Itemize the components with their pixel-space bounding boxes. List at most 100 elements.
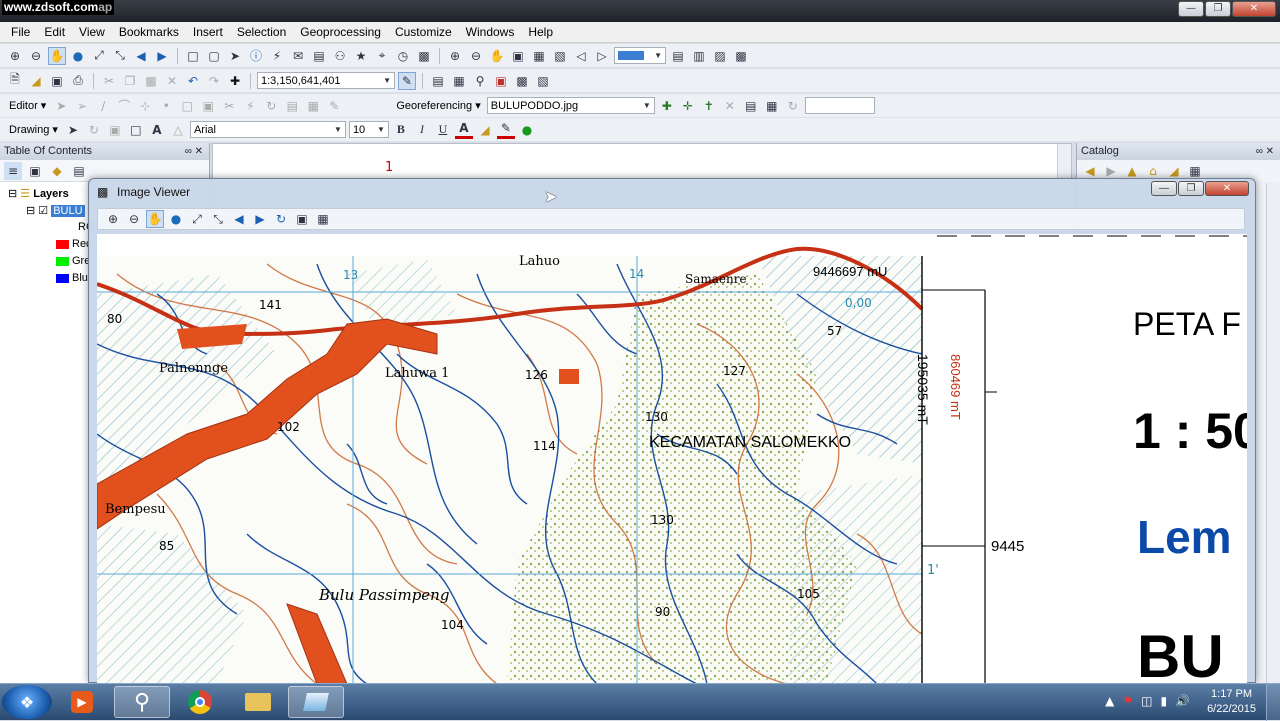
viewer-back-icon[interactable]: ◀: [230, 210, 248, 228]
add-data-icon[interactable]: ✚: [226, 72, 244, 90]
zoom-in-icon[interactable]: ⊕: [6, 47, 24, 65]
pin-close-icon[interactable]: ∞ ✕: [185, 143, 203, 160]
catalog-scrollbar[interactable]: [1266, 183, 1280, 683]
viewer-close-button[interactable]: ✕: [1205, 181, 1249, 196]
list-by-visibility-icon[interactable]: ◆: [48, 162, 66, 180]
scanned-map-image[interactable]: Lahuo Samaenre Palnonnge Lahuwa 1 Bempes…: [97, 234, 1247, 684]
chrome-icon[interactable]: [172, 686, 228, 718]
clear-selection-icon[interactable]: ▢: [205, 47, 223, 65]
print-icon[interactable]: ⎙: [69, 72, 87, 90]
viewer-update-georef-icon[interactable]: ▦: [314, 210, 332, 228]
rotation-angle-input[interactable]: [804, 97, 875, 114]
list-by-drawing-order-icon[interactable]: ≡: [4, 162, 22, 180]
font-size-combo[interactable]: 10 ▼: [348, 121, 389, 138]
edit-vertices-draw-icon[interactable]: △: [169, 121, 187, 139]
identify-icon[interactable]: ⓘ: [247, 47, 265, 65]
action-center-icon[interactable]: ⚑: [1122, 694, 1133, 708]
layout-zoom-out-icon[interactable]: ⊖: [467, 47, 485, 65]
georef-layer-combo[interactable]: BULUPODDO.jpg ▼: [486, 97, 655, 114]
bold-button[interactable]: B: [392, 121, 410, 139]
attributes-icon[interactable]: ▤: [283, 97, 301, 115]
viewer-refresh-icon[interactable]: ↻: [272, 210, 290, 228]
find-route-icon[interactable]: ★: [352, 47, 370, 65]
maximize-button[interactable]: ❐: [1205, 1, 1231, 17]
menu-file[interactable]: File: [4, 25, 37, 39]
layers-node[interactable]: ⊟ ☰ Layers: [8, 187, 69, 200]
reshape-icon[interactable]: ▣: [199, 97, 217, 115]
undo-icon[interactable]: ↶: [184, 72, 202, 90]
delete-icon[interactable]: ✕: [163, 72, 181, 90]
text-tool-icon[interactable]: A: [148, 121, 166, 139]
time-slider-icon[interactable]: ◷: [394, 47, 412, 65]
media-player-icon[interactable]: ▶: [54, 686, 110, 718]
fixed-zoom-out-icon[interactable]: ⤡: [111, 47, 129, 65]
change-layout-icon[interactable]: ▨: [711, 47, 729, 65]
visibility-checkbox[interactable]: ☑: [38, 205, 48, 217]
full-extent-globe-icon[interactable]: ●: [69, 47, 87, 65]
rotate-element-icon[interactable]: ↻: [85, 121, 103, 139]
show-hidden-icons-icon[interactable]: ▲: [1105, 694, 1114, 708]
fixed-zoom-in-icon[interactable]: ⤢: [90, 47, 108, 65]
list-by-selection-icon[interactable]: ▤: [70, 162, 88, 180]
viewer-zoom-out-icon[interactable]: ⊖: [125, 210, 143, 228]
point-icon[interactable]: •: [157, 97, 175, 115]
menu-customize[interactable]: Customize: [388, 25, 459, 39]
save-icon[interactable]: ▣: [48, 72, 66, 90]
menu-geoprocessing[interactable]: Geoprocessing: [293, 25, 388, 39]
edit-vertices-icon[interactable]: □: [178, 97, 196, 115]
select-features-icon[interactable]: □: [184, 47, 202, 65]
menu-view[interactable]: View: [72, 25, 112, 39]
layout-pan-icon[interactable]: ✋: [488, 47, 506, 65]
list-by-source-icon[interactable]: ▣: [26, 162, 44, 180]
straight-segment-icon[interactable]: ∕: [94, 97, 112, 115]
redo-icon[interactable]: ↷: [205, 72, 223, 90]
image-viewer-titlebar[interactable]: ▩ Image Viewer — ❐ ✕: [89, 179, 1255, 205]
go-to-xy-icon[interactable]: ⌖: [373, 47, 391, 65]
font-color-icon[interactable]: A: [454, 121, 473, 139]
pan-hand-icon[interactable]: ✋: [48, 46, 66, 65]
select-elements-icon[interactable]: ➤: [64, 121, 82, 139]
close-button[interactable]: ✕: [1232, 1, 1276, 17]
editor-menu[interactable]: Editor ▾: [6, 99, 49, 112]
menu-bookmarks[interactable]: Bookmarks: [112, 25, 186, 39]
paste-icon[interactable]: ▩: [142, 72, 160, 90]
toggle-draft-icon[interactable]: ▤: [669, 47, 687, 65]
file-explorer-icon[interactable]: [230, 686, 286, 718]
battery-icon[interactable]: ▮: [1160, 694, 1167, 708]
search-magnifier-icon[interactable]: ⚲: [114, 686, 170, 718]
menu-insert[interactable]: Insert: [186, 25, 230, 39]
focus-data-frame-icon[interactable]: ▥: [690, 47, 708, 65]
trace-icon[interactable]: ⊹: [136, 97, 154, 115]
line-color-icon[interactable]: ✎: [496, 121, 515, 139]
zoom-out-icon[interactable]: ⊖: [27, 47, 45, 65]
copy-icon[interactable]: ❐: [121, 72, 139, 90]
layout-back-icon[interactable]: ◁: [572, 47, 590, 65]
catalog-window-icon[interactable]: ▦: [450, 72, 468, 90]
split-icon[interactable]: ⚡: [241, 97, 259, 115]
drawing-menu[interactable]: Drawing ▾: [6, 123, 61, 136]
menu-help[interactable]: Help: [521, 25, 560, 39]
link-table-icon[interactable]: ▦: [763, 97, 781, 115]
start-button[interactable]: ❖: [2, 685, 52, 719]
arcmap-icon[interactable]: [288, 686, 344, 718]
cut-polygons-icon[interactable]: ✂: [220, 97, 238, 115]
open-folder-icon[interactable]: ◢: [27, 72, 45, 90]
show-desktop-button[interactable]: [1266, 684, 1280, 721]
viewer-fixed-zoom-out-icon[interactable]: ⤡: [209, 210, 227, 228]
cut-icon[interactable]: ✂: [100, 72, 118, 90]
rotate-icon[interactable]: ↻: [262, 97, 280, 115]
fill-color-icon[interactable]: ◢: [476, 121, 494, 139]
menu-edit[interactable]: Edit: [37, 25, 72, 39]
html-popup-icon[interactable]: ✉: [289, 47, 307, 65]
new-document-icon[interactable]: 🗎: [6, 72, 24, 90]
search-window-icon[interactable]: ⚲: [471, 72, 489, 90]
viewer-pan-icon[interactable]: ✋: [146, 210, 164, 228]
map-scale-combo[interactable]: 1:3,150,641,401 ▼: [257, 72, 395, 89]
layout-zoom-combo[interactable]: ▼: [614, 47, 666, 64]
network-icon[interactable]: ◫: [1141, 694, 1152, 708]
endpoint-arc-icon[interactable]: ⌒: [115, 97, 133, 115]
rotate-georef-icon[interactable]: ↻: [784, 97, 802, 115]
python-window-icon[interactable]: ▩: [513, 72, 531, 90]
select-link-icon[interactable]: ✛: [679, 97, 697, 115]
viewer-window-icon[interactable]: ▩: [415, 47, 433, 65]
